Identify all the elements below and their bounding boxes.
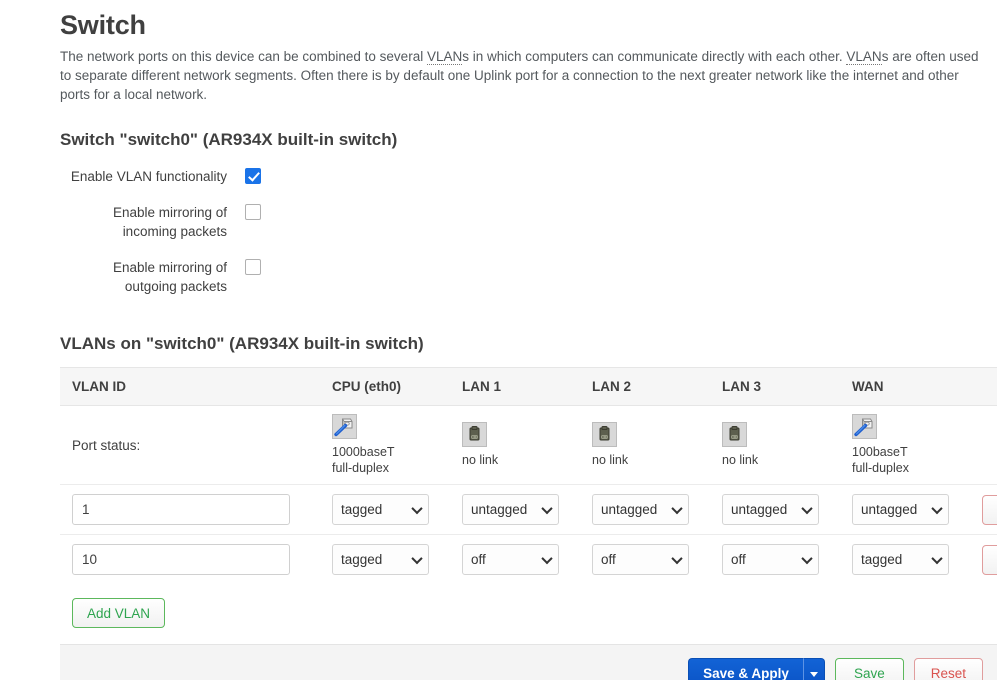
- field-mirror-incoming: Enable mirroring of incoming packets: [60, 203, 997, 241]
- port-status-label: Port status:: [72, 437, 141, 453]
- port-status-lan2-line1: no link: [592, 453, 629, 467]
- port-status-lan2: no link: [580, 406, 710, 485]
- vlan-10-cpu-select[interactable]: taggeduntaggedoff: [332, 544, 429, 575]
- table-row: taggeduntaggedoff taggeduntaggedoff tagg…: [60, 484, 997, 535]
- vlan-1-lan1-select[interactable]: taggeduntaggedoff: [462, 494, 559, 525]
- vlan-id-input[interactable]: [72, 544, 290, 575]
- vlan-table-header-row: VLAN ID CPU (eth0) LAN 1 LAN 2 LAN 3 WAN: [60, 367, 997, 406]
- field-mirror-outgoing: Enable mirroring of outgoing packets: [60, 258, 997, 296]
- field-mirror-outgoing-label: Enable mirroring of outgoing packets: [112, 260, 227, 294]
- vlan-table-body: Port status: 1000baseT full-duplex no li…: [60, 406, 997, 585]
- port-status-lan3-line1: no link: [722, 453, 759, 467]
- vlan-1-wan-select[interactable]: taggeduntaggedoff: [852, 494, 949, 525]
- vlan-abbr-1: VLAN: [426, 49, 463, 65]
- page-description: The network ports on this device can be …: [60, 47, 990, 104]
- col-header-lan2: LAN 2: [580, 367, 710, 406]
- vlan-10-wan-select[interactable]: taggeduntaggedoff: [852, 544, 949, 575]
- field-mirror-incoming-label: Enable mirroring of incoming packets: [112, 205, 227, 239]
- page-title: Switch: [60, 10, 146, 40]
- port-status-cpu-line2: full-duplex: [332, 461, 389, 475]
- port-status-lan1-line1: no link: [462, 453, 499, 467]
- vlan-10-lan2-select[interactable]: taggeduntaggedoff: [592, 544, 689, 575]
- ethernet-nolink-icon: [722, 422, 747, 447]
- vlan-id-input[interactable]: [72, 494, 290, 525]
- port-status-wan: 100baseT full-duplex: [840, 406, 970, 485]
- vlan-1-cpu-select[interactable]: taggeduntaggedoff: [332, 494, 429, 525]
- col-header-cpu: CPU (eth0): [320, 367, 450, 406]
- save-apply-dropdown-toggle[interactable]: [802, 657, 825, 680]
- save-button[interactable]: Save: [834, 657, 904, 680]
- port-status-actions: [970, 406, 997, 485]
- port-status-cpu-line1: 1000baseT: [332, 445, 395, 459]
- save-and-apply-button[interactable]: Save & Apply: [688, 657, 803, 680]
- ethernet-connected-icon: [332, 414, 357, 439]
- page-content: Switch The network ports on this device …: [0, 0, 997, 680]
- enable-vlan-checkbox[interactable]: [245, 168, 261, 184]
- port-status-wan-line1: 100baseT: [852, 445, 908, 459]
- ethernet-nolink-icon: [462, 422, 487, 447]
- add-vlan-button[interactable]: Add VLAN: [72, 598, 166, 628]
- port-status-lan1: no link: [450, 406, 580, 485]
- desc-part-1: The network ports on this device can be …: [60, 49, 427, 64]
- mirror-outgoing-checkbox[interactable]: [245, 259, 261, 275]
- switch-config-page: Switch The network ports on this device …: [0, 0, 997, 680]
- port-status-wan-line2: full-duplex: [852, 461, 909, 475]
- col-header-lan3: LAN 3: [710, 367, 840, 406]
- col-header-vlan-id: VLAN ID: [60, 367, 320, 406]
- port-status-cpu: 1000baseT full-duplex: [320, 406, 450, 485]
- vlan-10-lan1-select[interactable]: taggeduntaggedoff: [462, 544, 559, 575]
- vlan-10-lan3-select[interactable]: taggeduntaggedoff: [722, 544, 819, 575]
- delete-vlan-button[interactable]: Delete: [982, 544, 997, 575]
- delete-vlan-button[interactable]: Delete: [982, 494, 997, 525]
- col-header-lan1: LAN 1: [450, 367, 580, 406]
- table-row: taggeduntaggedoff taggeduntaggedoff tagg…: [60, 534, 997, 585]
- col-header-actions: [970, 367, 997, 406]
- ethernet-nolink-icon: [592, 422, 617, 447]
- col-header-wan: WAN: [840, 367, 970, 406]
- vlan-1-lan2-select[interactable]: taggeduntaggedoff: [592, 494, 689, 525]
- reset-button[interactable]: Reset: [913, 657, 983, 680]
- port-status-row: Port status: 1000baseT full-duplex no li…: [60, 406, 997, 485]
- ethernet-connected-icon: [852, 414, 877, 439]
- port-status-lan3: no link: [710, 406, 840, 485]
- vlan-section-title: VLANs on "switch0" (AR934X built-in swit…: [60, 334, 424, 353]
- form-footer: Save & Apply Save Reset: [60, 644, 997, 680]
- field-enable-vlan: Enable VLAN functionality: [60, 167, 997, 186]
- desc-part-2: s in which computers can communicate dir…: [462, 49, 847, 64]
- switch-section-title: Switch "switch0" (AR934X built-in switch…: [60, 130, 398, 149]
- vlan-table: VLAN ID CPU (eth0) LAN 1 LAN 2 LAN 3 WAN…: [60, 367, 997, 584]
- vlan-1-lan3-select[interactable]: taggeduntaggedoff: [722, 494, 819, 525]
- mirror-incoming-checkbox[interactable]: [245, 204, 261, 220]
- save-apply-group: Save & Apply: [688, 657, 825, 680]
- vlan-table-head: VLAN ID CPU (eth0) LAN 1 LAN 2 LAN 3 WAN: [60, 367, 997, 406]
- vlan-abbr-2: VLAN: [846, 49, 882, 65]
- field-enable-vlan-label: Enable VLAN functionality: [70, 169, 227, 184]
